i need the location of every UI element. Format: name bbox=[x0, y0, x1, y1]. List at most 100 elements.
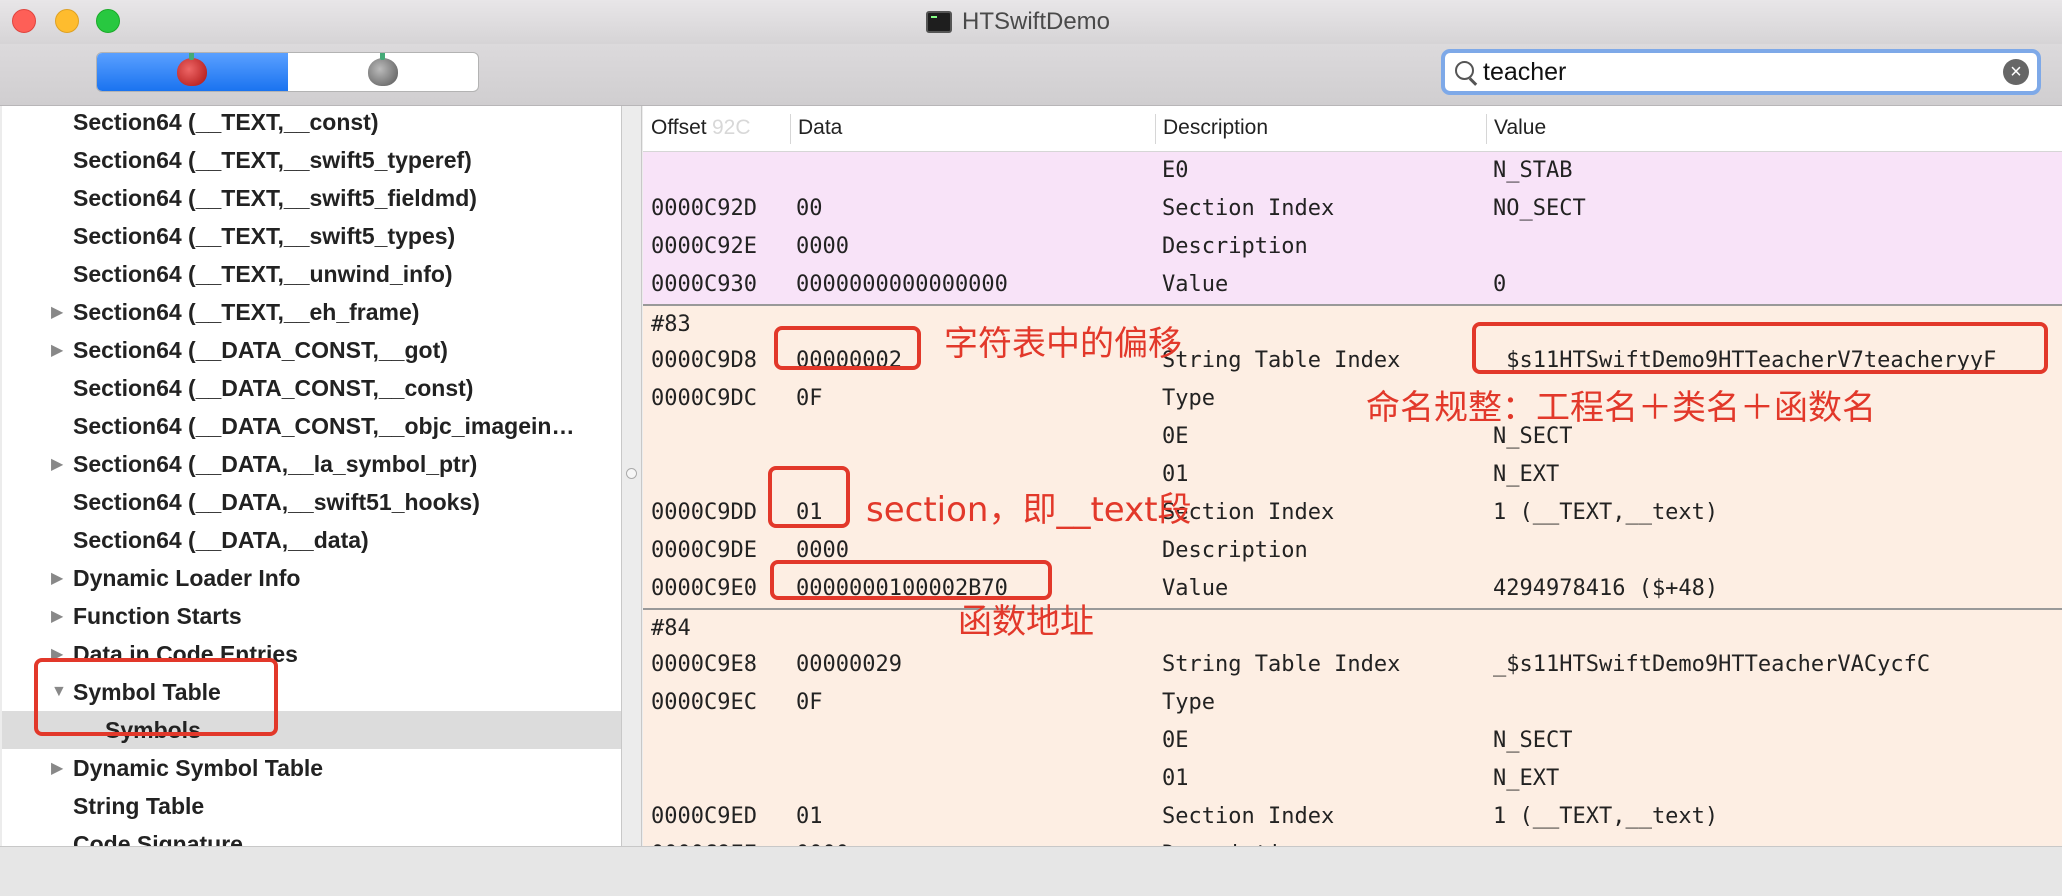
raw-view-button[interactable] bbox=[97, 53, 288, 91]
table-row[interactable]: 0E N_SECT bbox=[643, 722, 2062, 760]
sidebar-item[interactable]: ▶ Section64 (__DATA_CONST,__got) bbox=[2, 331, 621, 369]
sidebar-item[interactable]: Section64 (__TEXT,__swift5_typeref) bbox=[2, 141, 621, 179]
disclosure-collapsed-icon[interactable]: ▶ bbox=[51, 302, 63, 322]
column-divider[interactable] bbox=[1155, 114, 1156, 144]
sidebar-item-label: Dynamic Symbol Table bbox=[73, 754, 324, 781]
cell-description: 0E bbox=[1162, 424, 1189, 449]
split-view-divider[interactable] bbox=[622, 106, 642, 846]
sidebar-item-label: Section64 (__DATA_CONST,__objc_imagein… bbox=[73, 412, 575, 439]
column-header-value[interactable]: Value bbox=[1494, 116, 1546, 140]
sidebar-item-label: Section64 (__DATA,__swift51_hooks) bbox=[73, 488, 480, 515]
sidebar-item-label: Section64 (__TEXT,__swift5_types) bbox=[73, 222, 456, 249]
annotation-section-note: section，即__text段 bbox=[866, 490, 1192, 530]
cell-description: Description bbox=[1162, 234, 1308, 259]
cell-description: 01 bbox=[1162, 766, 1189, 791]
window-title: HTSwiftDemo bbox=[926, 8, 1110, 36]
table-row[interactable]: E0 N_STAB bbox=[643, 152, 2062, 190]
cell-description: Value bbox=[1162, 272, 1229, 297]
cell-offset: 0000C9DC bbox=[651, 386, 757, 411]
cell-description: 0E bbox=[1162, 728, 1189, 753]
annotation-box-symbol-name bbox=[1472, 322, 2048, 374]
title-bar: HTSwiftDemo bbox=[0, 0, 2062, 44]
header-ghost-text: 92C bbox=[712, 116, 751, 139]
column-divider[interactable] bbox=[1486, 114, 1487, 144]
cell-value: 4294978416 ($+48) bbox=[1493, 576, 1719, 601]
cell-description: String Table Index bbox=[1162, 652, 1401, 677]
cell-value: NO_SECT bbox=[1493, 196, 1586, 221]
zoom-window-button[interactable] bbox=[96, 9, 120, 33]
column-header-description[interactable]: Description bbox=[1163, 116, 1268, 140]
cell-offset: 0000C9D8 bbox=[651, 348, 757, 373]
disclosure-collapsed-icon[interactable]: ▶ bbox=[51, 568, 63, 588]
toolbar: × bbox=[0, 44, 2062, 106]
annotation-box-string-offset bbox=[774, 326, 921, 370]
sidebar-item[interactable]: Section64 (__DATA,__data) bbox=[2, 521, 621, 559]
cell-offset: 0000C92E bbox=[651, 234, 757, 259]
cell-offset: 0000C9ED bbox=[651, 804, 757, 829]
clear-search-icon[interactable]: × bbox=[2003, 59, 2029, 85]
sidebar-item[interactable]: Code Signature bbox=[2, 825, 621, 847]
sidebar-item[interactable]: Section64 (__TEXT,__unwind_info) bbox=[2, 255, 621, 293]
disclosure-collapsed-icon[interactable]: ▶ bbox=[51, 606, 63, 626]
app-window: HTSwiftDemo × Section64 (__TEXT,__const)… bbox=[0, 0, 2062, 896]
sidebar-item-label: Section64 (__DATA_CONST,__got) bbox=[73, 336, 448, 363]
sidebar-item[interactable]: String Table bbox=[2, 787, 621, 825]
search-field[interactable]: × bbox=[1441, 49, 2041, 95]
disclosure-collapsed-icon[interactable]: ▶ bbox=[51, 340, 63, 360]
sidebar-item[interactable]: ▶ Function Starts bbox=[2, 597, 621, 635]
sidebar-item[interactable]: ▶ Dynamic Symbol Table bbox=[2, 749, 621, 787]
sidebar-item[interactable]: Section64 (__TEXT,__const) bbox=[2, 106, 621, 141]
table-row[interactable]: 0000C930 0000000000000000 Value 0 bbox=[643, 266, 2062, 304]
cell-offset: #84 bbox=[651, 616, 691, 641]
sidebar-item-label: Section64 (__DATA,__la_symbol_ptr) bbox=[73, 450, 478, 477]
divider-handle[interactable] bbox=[626, 468, 637, 479]
sidebar-item[interactable]: ▶ Section64 (__DATA,__la_symbol_ptr) bbox=[2, 445, 621, 483]
sidebar-item-label: Dynamic Loader Info bbox=[73, 564, 301, 591]
sidebar-item[interactable]: ▶ Section64 (__TEXT,__eh_frame) bbox=[2, 293, 621, 331]
close-window-button[interactable] bbox=[12, 9, 36, 33]
executable-icon bbox=[926, 11, 952, 33]
table-row[interactable]: 0000C9EE0000Description bbox=[643, 836, 2062, 846]
cell-description: String Table Index bbox=[1162, 348, 1401, 373]
sidebar-item[interactable]: Section64 (__DATA,__swift51_hooks) bbox=[2, 483, 621, 521]
table-row[interactable]: #84 bbox=[643, 608, 2062, 646]
sidebar-item[interactable]: Section64 (__TEXT,__swift5_fieldmd) bbox=[2, 179, 621, 217]
bug-red-icon bbox=[177, 53, 208, 86]
table-row[interactable]: 01 N_EXT bbox=[643, 760, 2062, 798]
cell-data: 00 bbox=[796, 196, 823, 221]
table-row[interactable]: 01 N_EXT bbox=[643, 456, 2062, 494]
sidebar-item-label: Section64 (__TEXT,__eh_frame) bbox=[73, 298, 420, 325]
sidebar-item[interactable]: Section64 (__DATA_CONST,__objc_imagein… bbox=[2, 407, 621, 445]
cell-value: N_SECT bbox=[1493, 728, 1573, 753]
table-row[interactable]: 0000C9E8 00000029 String Table Index _$s11H… bbox=[643, 646, 2062, 684]
symbol-table-view[interactable]: Offset 92C Data Description Value E0 N_ST… bbox=[643, 106, 2062, 846]
disclosure-collapsed-icon[interactable]: ▶ bbox=[51, 758, 63, 778]
cell-value: 0 bbox=[1493, 272, 1507, 297]
rvc-view-button[interactable] bbox=[288, 53, 479, 91]
cell-value: _$s11HTSwiftDemo9HTTeacherVACycfC bbox=[1493, 652, 1931, 677]
view-mode-segmented-control[interactable] bbox=[96, 52, 479, 92]
sidebar-item[interactable]: ▶ Dynamic Loader Info bbox=[2, 559, 621, 597]
bug-gray-icon bbox=[367, 53, 398, 86]
sidebar-item-label: Section64 (__DATA,__data) bbox=[73, 526, 369, 553]
disclosure-collapsed-icon[interactable]: ▶ bbox=[51, 454, 63, 474]
cell-description: E0 bbox=[1162, 158, 1189, 183]
column-header-data[interactable]: Data bbox=[798, 116, 842, 140]
column-header-offset[interactable]: Offset bbox=[651, 116, 707, 140]
sidebar-item-label: Code Signature bbox=[73, 830, 243, 847]
sidebar-item[interactable]: Section64 (__DATA_CONST,__const) bbox=[2, 369, 621, 407]
column-divider[interactable] bbox=[790, 114, 791, 144]
minimize-window-button[interactable] bbox=[55, 9, 79, 33]
cell-value: 1 (__TEXT,__text) bbox=[1493, 500, 1719, 525]
sidebar-item-label: String Table bbox=[73, 792, 205, 819]
sidebar-item-label: Function Starts bbox=[73, 602, 242, 629]
table-row[interactable]: 0000C92E 0000 Description bbox=[643, 228, 2062, 266]
search-input[interactable] bbox=[1481, 57, 2003, 87]
table-row[interactable]: 0000C9DD 01 Section Index 1 (__TEXT,__text) bbox=[643, 494, 2062, 532]
cell-offset: 0000C9DD bbox=[651, 500, 757, 525]
sidebar-item[interactable]: Section64 (__TEXT,__swift5_types) bbox=[2, 217, 621, 255]
table-row[interactable]: 0000C9ED 01 Section Index 1 (__TEXT,__text) bbox=[643, 798, 2062, 836]
table-row[interactable]: 0000C92D 00 Section Index NO_SECT bbox=[643, 190, 2062, 228]
cell-description: Type bbox=[1162, 386, 1215, 411]
table-row[interactable]: 0000C9EC 0F Type bbox=[643, 684, 2062, 722]
